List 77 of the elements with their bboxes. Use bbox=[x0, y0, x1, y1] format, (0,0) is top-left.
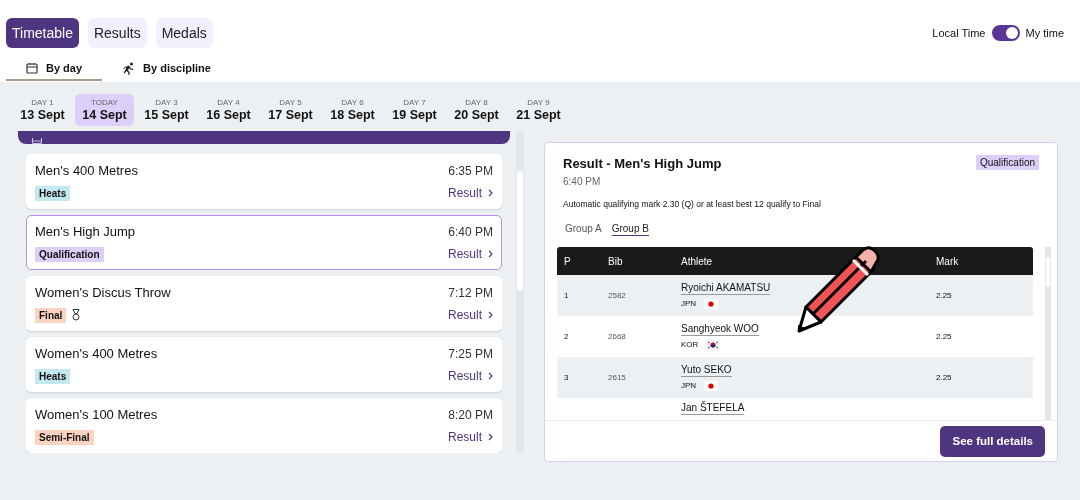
chevron-icon bbox=[488, 250, 493, 258]
chevron-icon bbox=[488, 433, 493, 441]
round-tag: Final bbox=[35, 307, 67, 323]
toggle-label: My time bbox=[1025, 25, 1064, 41]
chevron-icon bbox=[488, 189, 493, 197]
country-code: KOR bbox=[681, 338, 699, 351]
day-tab[interactable]: DAY 1 13 Sept bbox=[13, 94, 72, 126]
table-cell: 1 bbox=[564, 290, 569, 300]
group-tab[interactable]: Group A bbox=[565, 222, 602, 237]
result-link[interactable]: Result bbox=[448, 306, 493, 324]
athlete-link[interactable]: Ryoichi AKAMATSU bbox=[681, 281, 771, 295]
table-cell: 2 bbox=[564, 331, 569, 341]
result-link[interactable]: Result bbox=[448, 245, 493, 263]
result-link[interactable]: Result bbox=[448, 367, 493, 385]
country-code: JPN bbox=[681, 297, 697, 310]
day-tab[interactable]: DAY 8 20 Sept bbox=[447, 94, 506, 126]
day-tab[interactable]: DAY 5 17 Sept bbox=[261, 94, 320, 126]
result-link[interactable]: Result bbox=[448, 428, 493, 446]
round-tag: Heats bbox=[35, 185, 71, 201]
athlete-link[interactable]: Sanghyeok WOO bbox=[681, 322, 759, 336]
event-card[interactable]: Men's High Jump 6:40 PM Qualification Result bbox=[26, 215, 502, 270]
group-tab[interactable]: Group B bbox=[611, 222, 649, 237]
athlete-link[interactable]: Yuto SEKO bbox=[681, 363, 732, 377]
day-tab[interactable]: DAY 6 18 Sept bbox=[323, 94, 382, 126]
round-tag: Qualification bbox=[35, 246, 104, 262]
table-cell: 2.25 bbox=[936, 331, 952, 341]
event-time: 7:12 PM bbox=[448, 284, 493, 302]
result-title: Result - Men's High Jump bbox=[563, 155, 722, 173]
round-tag: Heats bbox=[35, 368, 71, 384]
day-tab[interactable]: DAY 9 21 Sept bbox=[509, 94, 568, 126]
table-cell: 2.25 bbox=[936, 372, 952, 382]
runner-icon bbox=[122, 61, 136, 75]
table-cell: 3 bbox=[564, 372, 569, 382]
event-name: Women's 400 Metres bbox=[35, 345, 158, 363]
result-time: 6:40 PM bbox=[563, 174, 602, 189]
table-cell: 2668 bbox=[608, 331, 626, 341]
day-tab[interactable]: DAY 4 16 Sept bbox=[199, 94, 258, 126]
table-cell: 2582 bbox=[608, 290, 626, 300]
event-name: Men's High Jump bbox=[35, 223, 136, 241]
event-card[interactable]: Women's 400 Metres 7:25 PM Heats Result bbox=[26, 337, 502, 392]
day-tab[interactable]: DAY 3 15 Sept bbox=[137, 94, 196, 126]
toggle-label: Local Time bbox=[932, 25, 986, 41]
table-cell: 2.25 bbox=[936, 290, 952, 300]
event-name: Women's Discus Throw bbox=[35, 284, 171, 302]
result-link[interactable]: Result bbox=[448, 184, 493, 202]
main-tab[interactable]: Medals bbox=[155, 18, 213, 48]
day-tab[interactable]: TODAY 14 Sept bbox=[75, 94, 134, 126]
chevron-icon bbox=[488, 311, 493, 319]
event-time: 8:20 PM bbox=[448, 406, 493, 424]
round-tag: Semi-Final bbox=[35, 429, 94, 445]
event-name: Men's 400 Metres bbox=[35, 162, 138, 180]
time-toggle[interactable] bbox=[991, 25, 1020, 41]
table-cell: 2615 bbox=[608, 372, 626, 382]
day-tab[interactable]: DAY 7 19 Sept bbox=[385, 94, 444, 126]
country-code: JPN bbox=[681, 379, 697, 392]
flag-icon bbox=[704, 298, 719, 309]
column-header: Athlete bbox=[681, 254, 714, 269]
qualifying-note: Automatic qualifying mark 2.30 (Q) or at least best 12 qualify to Final bbox=[562, 197, 822, 211]
main-tab[interactable]: Timetable bbox=[6, 18, 79, 48]
flag-icon bbox=[704, 380, 719, 391]
flag-icon bbox=[706, 339, 721, 350]
column-header: Bib bbox=[608, 254, 624, 269]
round-tag: Qualification bbox=[975, 155, 1039, 170]
main-tab[interactable]: Results bbox=[87, 18, 147, 48]
event-time: 6:35 PM bbox=[448, 162, 493, 180]
event-card[interactable]: Women's 100 Metres 8:20 PM Semi-Final Result bbox=[26, 398, 502, 453]
event-card[interactable]: Women's Discus Throw 7:12 PM Final Result bbox=[26, 276, 502, 331]
column-header: Mark bbox=[936, 254, 960, 269]
column-header: P bbox=[563, 254, 572, 269]
view-tab[interactable]: By discipline bbox=[102, 57, 231, 81]
event-time: 6:40 PM bbox=[448, 223, 493, 241]
event-card[interactable]: Men's 400 Metres 6:35 PM Heats Result bbox=[26, 154, 502, 209]
chevron-icon bbox=[488, 372, 493, 380]
see-full-details-button[interactable]: See full details bbox=[940, 425, 1045, 457]
event-time: 7:25 PM bbox=[448, 345, 493, 363]
athlete-link[interactable]: Jan ŠTEFELA bbox=[681, 401, 745, 415]
event-name: Women's 100 Metres bbox=[35, 406, 158, 424]
